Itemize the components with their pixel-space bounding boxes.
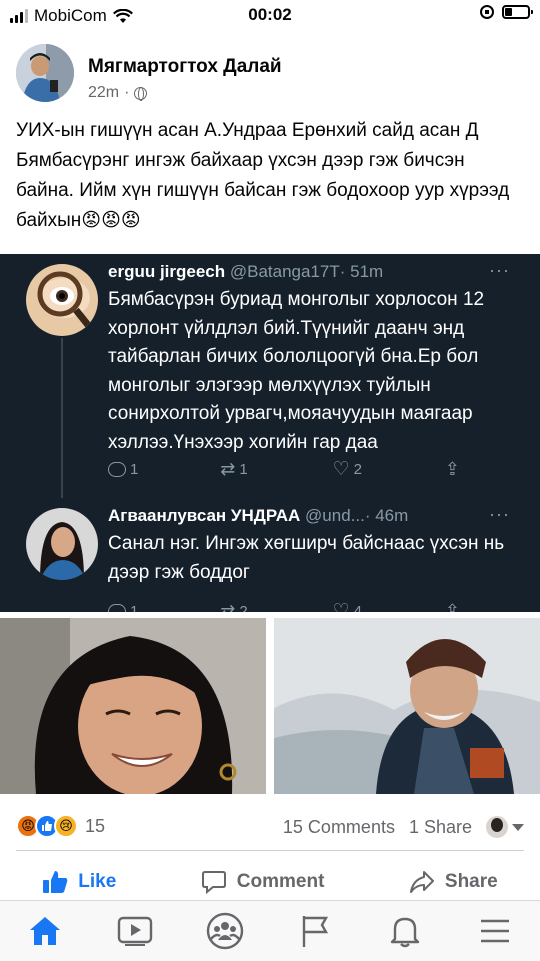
photo-woman[interactable]: [0, 618, 266, 794]
retweet-count: 1: [239, 461, 248, 478]
tweet-2: Агваанлувсан УНДРАА @und...· 46m ··· Сан…: [0, 498, 540, 612]
globe-icon: [134, 86, 148, 101]
reply-count: 1: [130, 461, 139, 478]
tweet-actions: 1 ⇄ 2 ♡ 4 ⇪: [108, 600, 460, 612]
share-label: Share: [444, 871, 498, 892]
post-time[interactable]: 22m: [88, 84, 119, 102]
reaction-count: 15: [85, 815, 106, 836]
retweet-icon: ⇄: [220, 601, 236, 612]
divider: [16, 850, 524, 851]
tweet-1: erguu jirgeech @Batanga17T· 51m ··· Бямб…: [0, 254, 540, 494]
tweet-header: Агваанлувсан УНДРАА @und...· 46m: [108, 506, 408, 526]
comment-label: Comment: [236, 871, 325, 892]
retweet-count: 2: [239, 603, 248, 612]
flag-icon: [302, 916, 329, 947]
chevron-down-icon[interactable]: [512, 823, 524, 831]
heart-icon: ♡: [332, 459, 350, 480]
nav-notifications[interactable]: [375, 906, 435, 956]
orientation-lock-icon: [480, 5, 494, 19]
share-arrow-icon: [409, 871, 434, 893]
author-name[interactable]: Мягмартогтох Далай: [88, 56, 282, 78]
reply-action[interactable]: 1: [108, 600, 208, 612]
nav-home[interactable]: [15, 906, 75, 956]
reply-count: 1: [130, 603, 139, 612]
post-stats: 😡 😢 15 15 Comments 1 Share: [16, 808, 524, 844]
share-button[interactable]: Share: [409, 870, 498, 894]
watch-icon: [117, 916, 153, 946]
tweet-handle[interactable]: @Batanga17T: [230, 262, 340, 281]
menu-icon: [481, 919, 509, 943]
tweet-handle[interactable]: @und...: [305, 506, 365, 525]
comments-count[interactable]: 15 Comments: [283, 817, 395, 838]
home-icon: [30, 917, 60, 945]
heart-icon: ♡: [332, 601, 350, 612]
post-header: Мягмартогтох Далай 22m ·: [16, 44, 524, 106]
bottom-nav: [0, 900, 540, 961]
share-action[interactable]: ⇪: [445, 600, 460, 612]
reply-action[interactable]: 1: [108, 458, 208, 481]
shares-count[interactable]: 1 Share: [409, 817, 472, 838]
like-action[interactable]: ♡ 2: [333, 458, 433, 481]
tweet-author-name[interactable]: erguu jirgeech: [108, 262, 225, 281]
like-action[interactable]: ♡ 4: [333, 600, 433, 612]
post-actions: Like Comment Share: [0, 860, 540, 904]
reply-icon: [108, 604, 126, 612]
stats-right: 15 Comments 1 Share: [283, 816, 524, 838]
retweet-icon: ⇄: [220, 459, 236, 479]
photo-elder[interactable]: [274, 618, 540, 794]
tweet-author-name[interactable]: Агваанлувсан УНДРАА: [108, 506, 300, 525]
share-icon: ⇪: [444, 459, 460, 479]
like-count: 2: [353, 461, 362, 478]
reactions-summary[interactable]: 😡 😢 15: [16, 814, 105, 838]
photo-collage: [0, 612, 540, 798]
retweet-action[interactable]: ⇄ 2: [220, 600, 320, 612]
retweet-action[interactable]: ⇄ 1: [220, 458, 320, 481]
like-button[interactable]: Like: [42, 870, 116, 894]
more-icon[interactable]: ···: [489, 504, 510, 525]
sad-reaction-icon: 😢: [54, 814, 78, 838]
tweet-time: · 46m: [364, 506, 409, 525]
tweet-actions: 1 ⇄ 1 ♡ 2 ⇪: [108, 458, 460, 481]
comment-icon: [201, 871, 226, 894]
nav-groups[interactable]: [195, 906, 255, 956]
nav-watch[interactable]: [105, 906, 165, 956]
tweet-time: · 51m: [339, 262, 384, 281]
status-bar: MobiCom 00:02: [0, 0, 540, 32]
thumbs-up-icon: [43, 871, 68, 893]
more-icon[interactable]: ···: [489, 260, 510, 281]
post-meta: 22m ·: [88, 84, 148, 102]
angry-emoji: 😡😡😡: [81, 210, 141, 231]
nav-pages[interactable]: [285, 906, 345, 956]
groups-icon: [206, 912, 244, 950]
meta-dot: ·: [124, 84, 130, 101]
nav-menu[interactable]: [465, 906, 525, 956]
tweet-body: Санал нэг. Ингэж хөгширч байснаас үхсэн …: [108, 533, 505, 583]
clock: 00:02: [248, 5, 292, 24]
share-icon: ⇪: [444, 601, 460, 612]
viewer-avatar[interactable]: [486, 816, 508, 838]
like-count: 4: [353, 603, 362, 612]
status-right: [480, 5, 533, 19]
tweet-body: Бямбасүрэн буриад монголыг хорлосон 12 х…: [108, 289, 485, 453]
share-action[interactable]: ⇪: [445, 458, 460, 481]
battery-icon: [502, 5, 533, 19]
post-text: УИХ-ын гишүүн асан А.Ундраа Ерөнхий сайд…: [16, 116, 524, 236]
like-label: Like: [78, 871, 117, 892]
comment-button[interactable]: Comment: [201, 870, 325, 894]
tweet-avatar: [26, 264, 98, 336]
bell-icon: [390, 917, 420, 948]
author-avatar[interactable]: [16, 44, 74, 102]
reply-icon: [108, 462, 126, 477]
tweet-avatar: [26, 508, 98, 580]
tweet-header: erguu jirgeech @Batanga17T· 51m: [108, 262, 383, 282]
tweet-screenshot[interactable]: erguu jirgeech @Batanga17T· 51m ··· Бямб…: [0, 254, 540, 612]
